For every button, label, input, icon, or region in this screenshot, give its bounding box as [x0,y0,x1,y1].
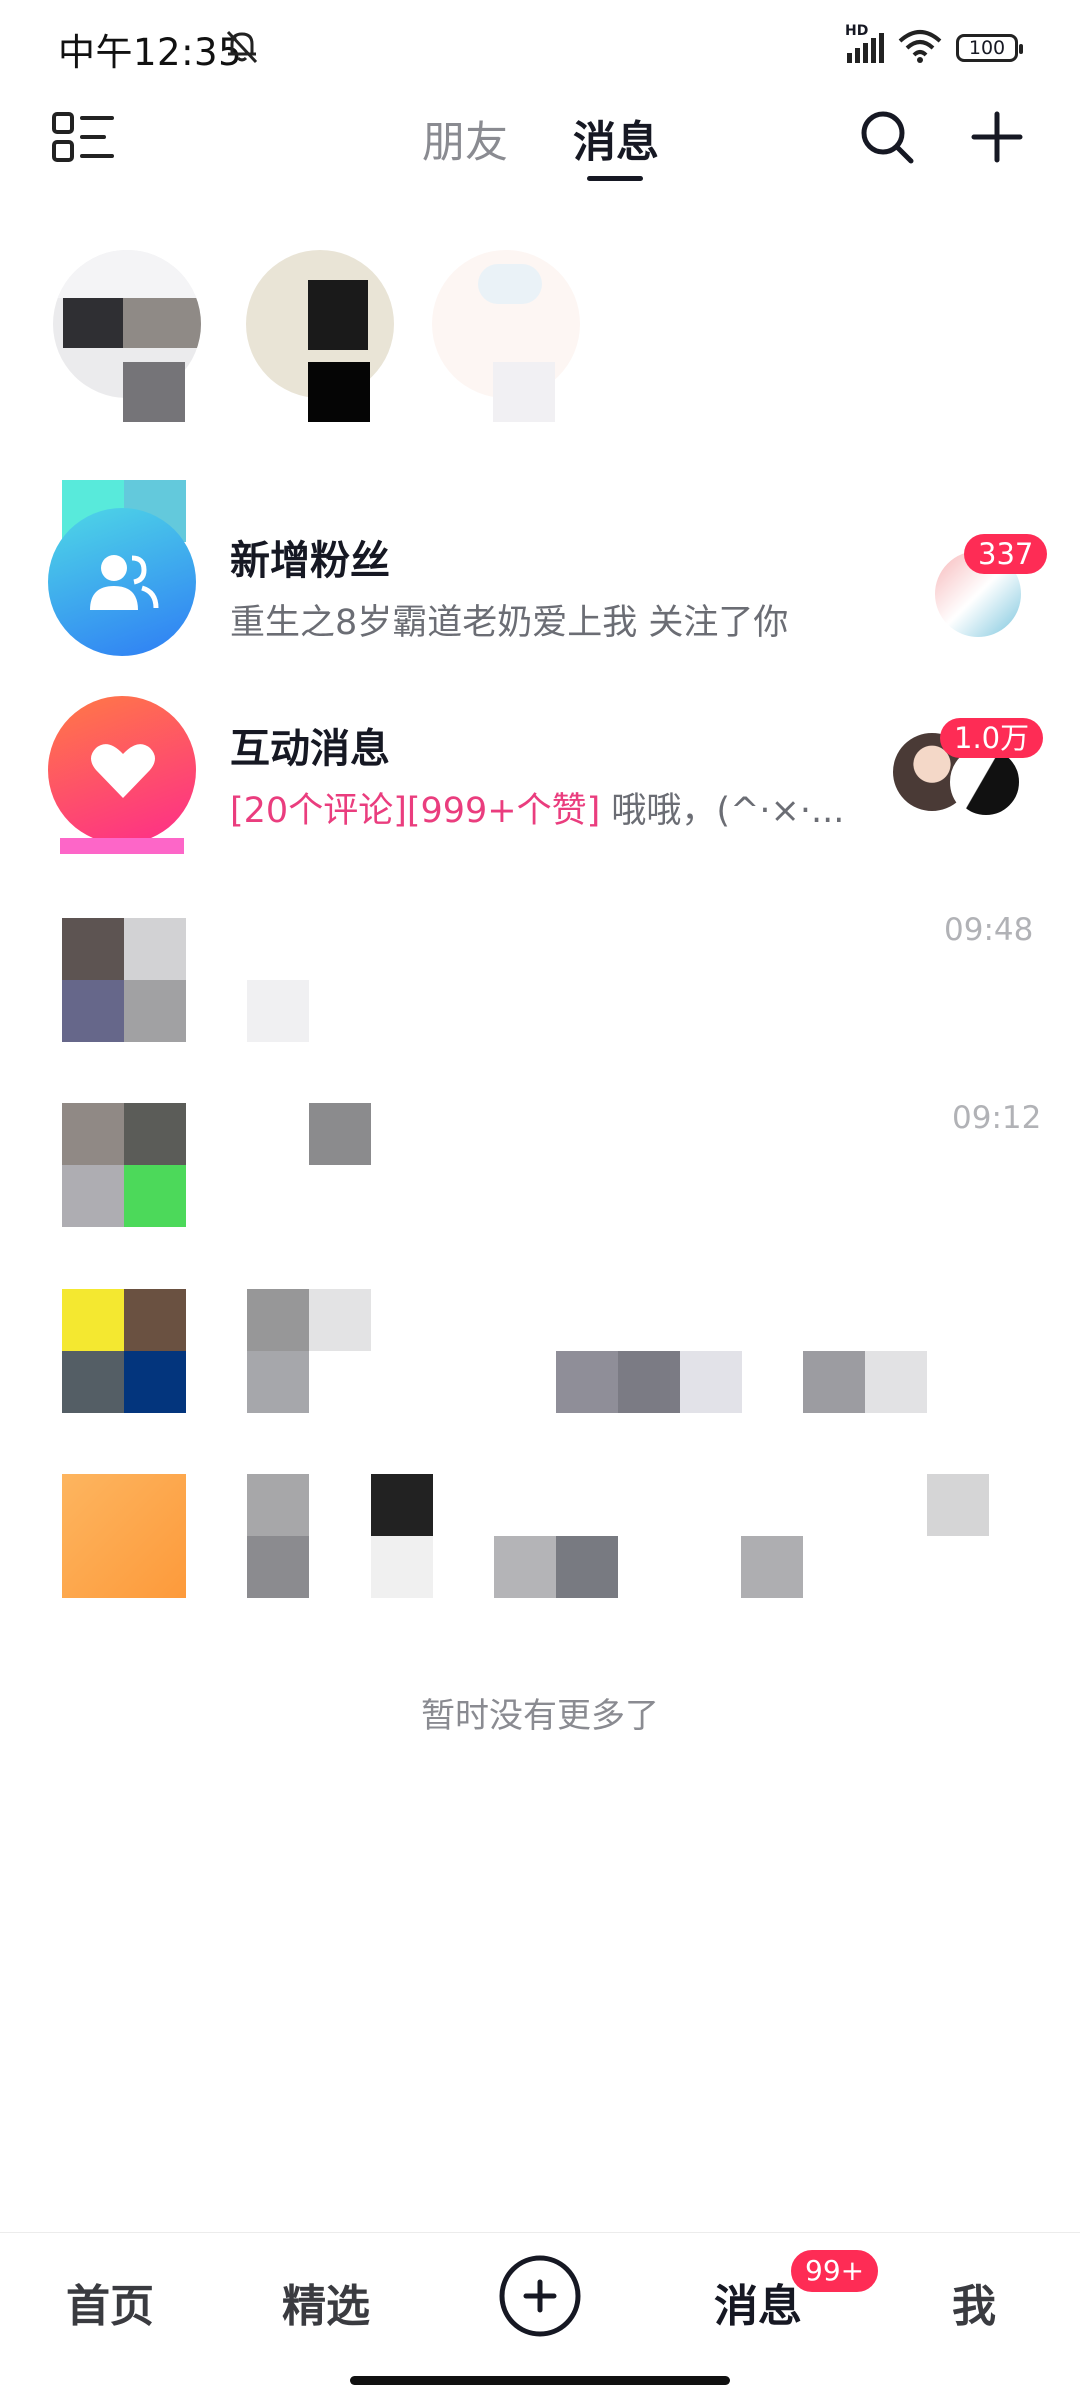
interactions-subtitle: [20个评论][999+个赞] 哦哦，(^·×·... [230,782,844,833]
conv2-avatar-4 [124,1165,186,1227]
interactions-highlight: [20个评论][999+个赞] [230,791,601,831]
conv2-name-block [309,1103,371,1165]
no-more-note: 暂时没有更多了 [421,1696,659,1736]
conv3-avatar-1 [62,1289,124,1351]
battery-level: 100 [968,37,1006,59]
conv1-time: 09:48 [944,912,1034,948]
conv1-avatar-3 [62,980,124,1042]
heart-icon [90,740,156,804]
wifi-icon [898,29,942,67]
mute-bell-icon [222,26,262,66]
interactions-badge: 1.0万 [940,718,1044,758]
conv4-name-block-2 [371,1474,433,1536]
conv3-preview-block-1 [247,1351,309,1413]
nav-messages-badge: 99+ [788,2247,882,2295]
tab-friends[interactable]: 朋友 [422,108,508,170]
nav-home[interactable]: 首页 [66,2270,154,2334]
conv1-avatar-4 [124,980,186,1042]
menu-icon[interactable] [52,112,116,164]
conv4-time-block [927,1474,989,1536]
plus-circle-icon[interactable] [498,2254,582,2338]
followers-icon [86,550,160,618]
conv4-name-block-1 [247,1474,309,1536]
home-indicator[interactable] [350,2376,730,2385]
conv4-preview-block-5 [741,1536,803,1598]
story-name-2 [308,362,370,422]
conv2-avatar-2 [124,1103,186,1165]
nav-me[interactable]: 我 [952,2270,996,2334]
conv3-preview-block-4 [680,1351,742,1413]
status-time: 中午12:35 [58,31,243,74]
followers-badge: 337 [964,534,1048,574]
followers-avatar [48,508,196,656]
conv2-avatar-1 [62,1103,124,1165]
signal-icon: HD [845,23,884,63]
conv4-preview-block-3 [494,1536,556,1598]
conv4-avatar [62,1474,186,1598]
followers-title: 新增粉丝 [230,538,390,584]
conv4-preview-block-1 [247,1536,309,1598]
conv2-avatar-3 [62,1165,124,1227]
search-icon[interactable] [858,108,916,166]
conv3-avatar-4 [124,1351,186,1413]
story-name-3 [493,362,555,422]
network-label: HD [845,23,869,39]
conv2-time: 09:12 [952,1100,1042,1136]
interactions-row[interactable] [48,696,196,844]
battery-icon: 100 [956,34,1023,62]
active-tab-indicator [587,176,643,181]
interactions-title: 互动消息 [230,726,390,772]
conv1-avatar-1 [62,918,124,980]
conv3-preview-block-3 [618,1351,680,1413]
conv3-name-block-2 [309,1289,371,1351]
new-followers-row[interactable] [48,480,198,660]
conv3-avatar-2 [124,1289,186,1351]
conv3-preview-block-2 [556,1351,618,1413]
interactions-preview: 哦哦，(^·×·... [600,791,845,831]
status-indicators: HD 100 [845,23,1023,68]
story-name-1 [123,362,185,422]
conv3-preview-block-5 [803,1351,865,1413]
conv1-avatar-2 [124,918,186,980]
nav-featured[interactable]: 精选 [282,2270,370,2334]
conv1-preview-block [247,980,309,1042]
conv3-preview-block-6 [865,1351,927,1413]
interactions-avatar-strip [60,838,184,854]
followers-subtitle: 重生之8岁霸道老奶爱上我 关注了你 [230,603,789,643]
tab-messages[interactable]: 消息 [573,108,659,170]
conv3-avatar-3 [62,1351,124,1413]
conv3-name-block-1 [247,1289,309,1351]
conv4-preview-block-2 [371,1536,433,1598]
conv4-preview-block-4 [556,1536,618,1598]
plus-icon[interactable] [968,108,1026,166]
